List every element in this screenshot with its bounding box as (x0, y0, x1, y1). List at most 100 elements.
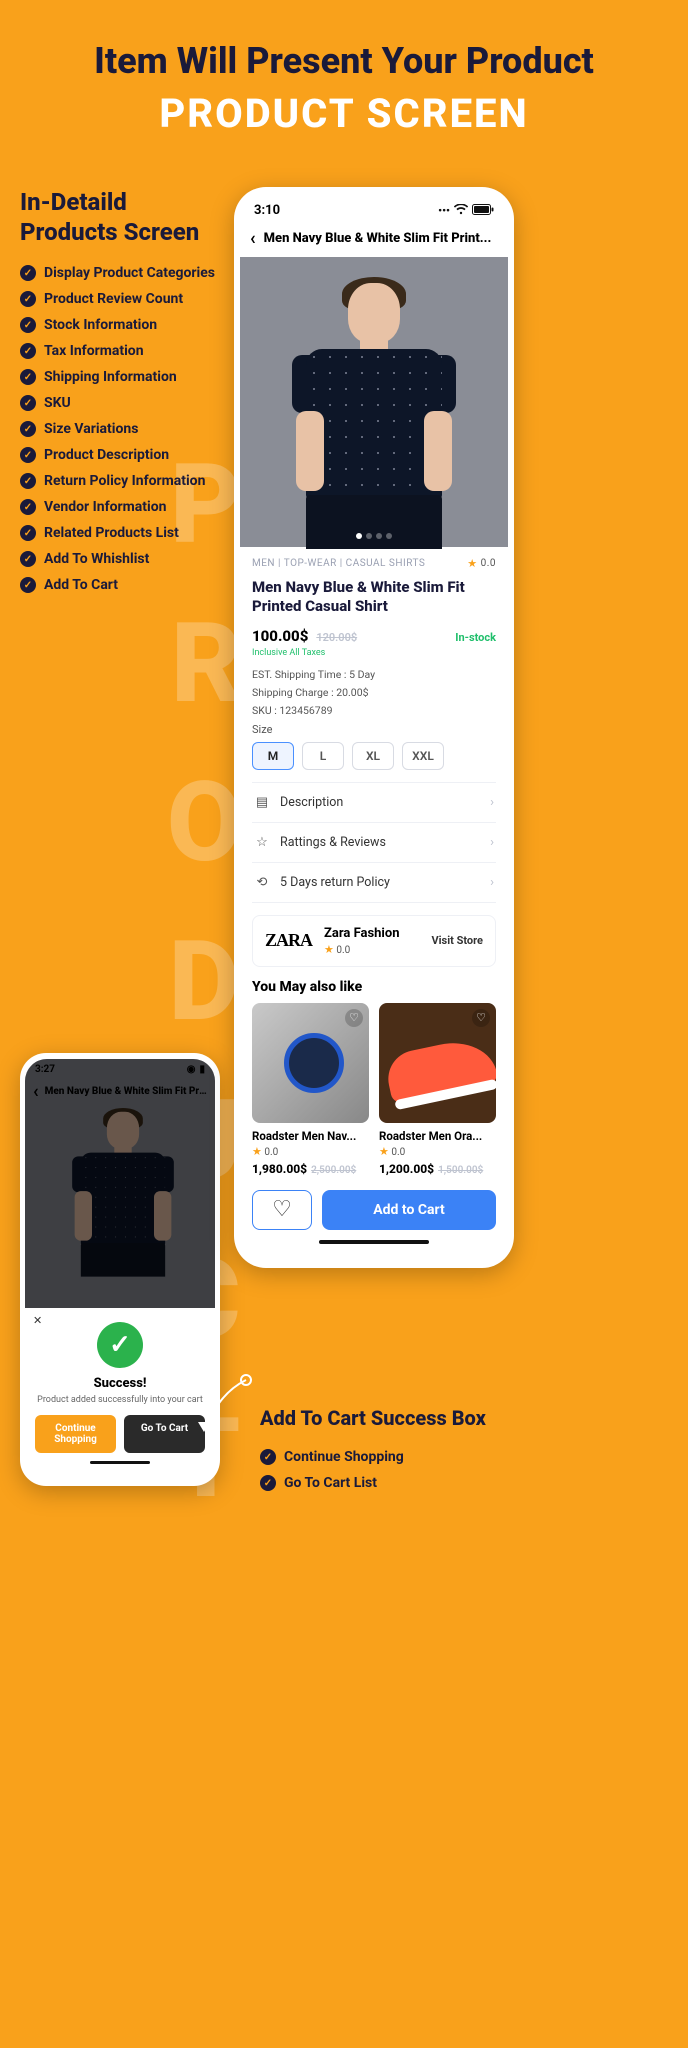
size-option-xl[interactable]: XL (352, 742, 394, 770)
back-icon[interactable]: ‹ (250, 228, 256, 249)
success-subtitle: Product added successfully into your car… (35, 1395, 205, 1405)
product-title: Men Navy Blue & White Slim Fit Printed C… (252, 578, 496, 616)
wishlist-heart-icon[interactable]: ♡ (345, 1009, 363, 1027)
return-policy-icon: ⟲ (254, 875, 270, 890)
feature-label: Continue Shopping (284, 1449, 404, 1465)
feature-label: Product Description (44, 447, 169, 463)
check-icon: ✓ (20, 317, 36, 333)
add-to-cart-button[interactable]: Add to Cart (322, 1190, 496, 1230)
related-card[interactable]: ♡ Roadster Men Nav... ★ 0.0 1,980.00$2,5… (252, 1003, 369, 1176)
size-option-m[interactable]: M (252, 742, 294, 770)
accordion-reviews[interactable]: ☆Rattings & Reviews › (252, 823, 496, 863)
feature-label: Add To Cart (44, 577, 118, 593)
feature-label: Vendor Information (44, 499, 166, 515)
vendor-rating: ★ 0.0 (324, 943, 400, 956)
check-icon: ✓ (20, 265, 36, 281)
feature-item: ✓ Tax Information (20, 343, 220, 359)
chevron-right-icon: › (490, 795, 494, 810)
success-check-icon: ✓ (97, 1322, 143, 1368)
feature-item: ✓Related Products List (20, 525, 220, 541)
related-price: 1,980.00$2,500.00$ (252, 1162, 369, 1176)
feature-label: Display Product Categories (44, 265, 215, 281)
vendor-logo: ZARA (265, 930, 312, 951)
feature-item: ✓ Product Description (20, 447, 220, 463)
product-rating: ★ 0.0 (467, 557, 496, 570)
check-icon: ✓ (20, 447, 36, 463)
hero-line2: PRODUCT SCREEN (20, 90, 668, 137)
feature-label: Related Products List (44, 525, 179, 541)
feature-item: ✓Return Policy Information (20, 473, 220, 489)
heart-icon: ♡ (272, 1197, 292, 1222)
success-sheet: ✕ ✓ Success! Product added successfully … (25, 1308, 215, 1476)
accordion-description[interactable]: ▤ Description › (252, 783, 496, 823)
feature-item: ✓ Vendor Information (20, 499, 220, 515)
stock-badge: In-stock (455, 631, 496, 644)
features-heading: In-Detaild Products Screen (20, 187, 220, 247)
related-price-value: 1,200.00$ (379, 1162, 434, 1176)
star-icon: ★ (379, 1145, 389, 1158)
chevron-right-icon: › (490, 835, 494, 850)
cart-box-heading: Add To Cart Success Box (260, 1406, 668, 1431)
statusbar: 3:10 ••• (240, 197, 508, 222)
star-icon: ★ (324, 943, 334, 956)
wishlist-heart-icon[interactable]: ♡ (472, 1009, 490, 1027)
size-selector: M L XL XXL (252, 742, 496, 770)
feature-label: Product Review Count (44, 291, 183, 307)
check-icon: ✓ (20, 369, 36, 385)
feature-label: Size Variations (44, 421, 138, 437)
wishlist-button[interactable]: ♡ (252, 1190, 312, 1230)
star-outline-icon: ☆ (254, 835, 270, 850)
tax-note: Inclusive All Taxes (252, 648, 496, 658)
accordion-label: Description (280, 795, 343, 810)
feature-label: Tax Information (44, 343, 144, 359)
breadcrumb[interactable]: MEN | TOP-WEAR | CASUAL SHIRTS (252, 558, 425, 569)
description-icon: ▤ (254, 795, 270, 810)
feature-item: ✓Add To Whishlist (20, 551, 220, 567)
phone-product-mock: 3:10 ••• ‹ Men Navy Blue & White Slim Fi… (234, 187, 514, 1268)
check-icon: ✓ (20, 499, 36, 515)
image-pager[interactable] (356, 533, 392, 539)
accordion: ▤ Description › ☆Rattings & Reviews › ⟲ 5 … (252, 782, 496, 903)
visit-store-link[interactable]: Visit Store (431, 934, 483, 947)
accordion-return[interactable]: ⟲5 Days return Policy › (252, 863, 496, 903)
feature-item: ✓Shipping Information (20, 369, 220, 385)
size-option-l[interactable]: L (302, 742, 344, 770)
feature-item: ✓ Display Product Categories (20, 265, 220, 281)
related-rating: ★ 0.0 (379, 1145, 496, 1158)
close-icon[interactable]: ✕ (33, 1314, 42, 1327)
related-image-watch: ♡ (252, 1003, 369, 1123)
vendor-name: Zara Fashion (324, 926, 400, 941)
related-image-shoe: ♡ (379, 1003, 496, 1123)
feature-label: SKU (44, 395, 71, 411)
related-card[interactable]: ♡ Roadster Men Ora... ★ 0.0 1,200.00$ 1,5… (379, 1003, 496, 1176)
related-rating-value: 0.0 (264, 1147, 278, 1158)
product-price-old: 120.00$ (316, 631, 357, 644)
appbar: ‹ Men Navy Blue & White Slim Fit Print..… (240, 222, 508, 257)
rating-value: 0.0 (481, 558, 496, 569)
shipping-time: EST. Shipping Time : 5 Day (252, 668, 496, 681)
hero-line1: Item Will Present Your Product (20, 40, 668, 82)
product-hero-image[interactable] (240, 257, 508, 547)
size-option-xxl[interactable]: XXL (402, 742, 444, 770)
related-name: Roadster Men Nav... (252, 1129, 369, 1143)
vendor-card[interactable]: ZARA Zara Fashion ★ 0.0 Visit Store (252, 915, 496, 967)
feature-item: ✓ Size Variations (20, 421, 220, 437)
feature-label: Stock Information (44, 317, 157, 333)
related-price-old: 2,500.00$ (311, 1165, 356, 1176)
feature-label: Add To Whishlist (44, 551, 149, 567)
related-name: Roadster Men Ora... (379, 1129, 496, 1143)
you-may-also-like-heading: You May also like (252, 979, 496, 995)
related-price: 1,200.00$ 1,500.00$ (379, 1162, 496, 1176)
related-price-old: 1,500.00$ (438, 1165, 483, 1176)
check-icon: ✓ (20, 421, 36, 437)
success-title: Success! (35, 1376, 205, 1391)
check-icon: ✓ (20, 343, 36, 359)
go-to-cart-button[interactable]: Go To Cart (124, 1415, 205, 1453)
phone-success-mock: 3:27 ◉ ▮ ‹ Men Navy Blue & White Slim Fi… (20, 1053, 220, 1486)
star-icon: ★ (252, 1145, 262, 1158)
feature-item: ✓Go To Cart List (260, 1475, 668, 1491)
product-price: 100.00$ (252, 627, 308, 645)
feature-item: ✓Product Review Count (20, 291, 220, 307)
continue-shopping-button[interactable]: Continue Shopping (35, 1415, 116, 1453)
accordion-label: 5 Days return Policy (280, 875, 390, 890)
